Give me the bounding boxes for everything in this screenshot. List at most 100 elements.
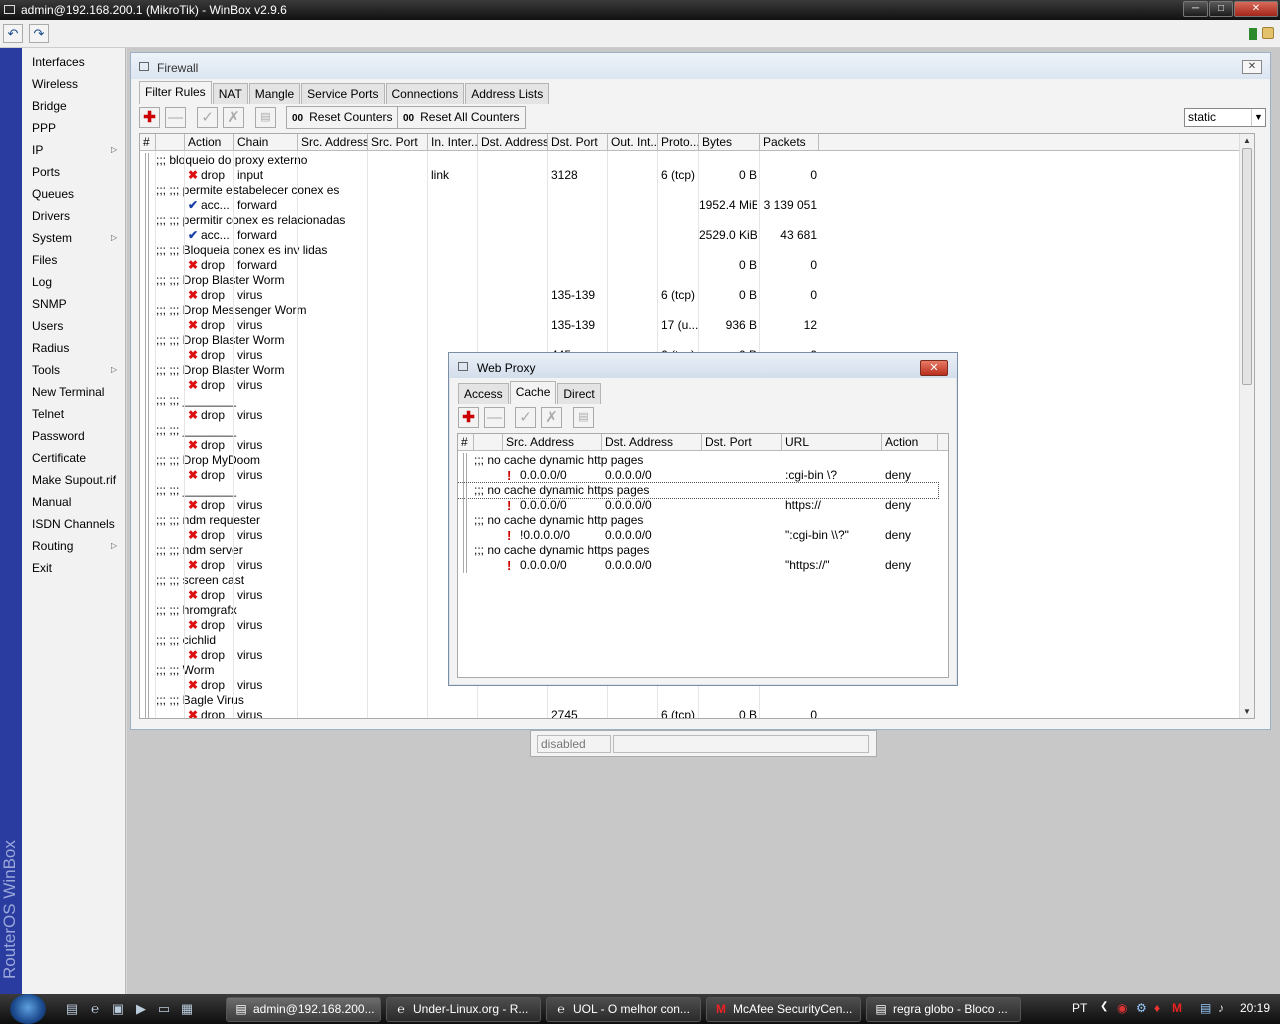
ie-icon[interactable]: ℮ — [87, 1001, 103, 1017]
comment-icon[interactable]: ▤ — [573, 407, 594, 428]
remove-icon[interactable]: — — [165, 107, 186, 128]
column-header-index[interactable]: # — [458, 434, 474, 451]
taskbar-button-4[interactable]: M McAfee SecurityCen... — [706, 997, 861, 1022]
column-header-action[interactable]: Action — [185, 134, 234, 151]
sidebar-item-ports[interactable]: Ports — [32, 165, 60, 179]
tab-address-lists[interactable]: Address Lists — [465, 83, 550, 104]
comment-row[interactable]: ;;; ;;; permite estabelecer conex es — [140, 183, 1240, 198]
column-header-url[interactable]: URL — [782, 434, 882, 451]
window-switch-icon[interactable]: ▭ — [156, 1001, 172, 1017]
sidebar-item-routing[interactable]: Routing — [32, 539, 73, 553]
sidebar-item-telnet[interactable]: Telnet — [32, 407, 64, 421]
comment-row[interactable]: ;;; ;;; Bloqueia conex es inv lidas — [140, 243, 1240, 258]
taskbar-button-5[interactable]: ▤ regra globo - Bloco ... — [866, 997, 1021, 1022]
sidebar-item-files[interactable]: Files — [32, 253, 57, 267]
sidebar-item-tools[interactable]: Tools — [32, 363, 60, 377]
add-icon[interactable]: ✚ — [139, 107, 160, 128]
web-proxy-close-button[interactable]: ✕ — [920, 360, 948, 376]
table-row[interactable]: ! 0.0.0.0/0 0.0.0.0/0 https:// deny — [458, 498, 938, 513]
network-tray-icon[interactable]: ⚙ — [1136, 1001, 1147, 1015]
redo-icon[interactable]: ↷ — [29, 24, 49, 43]
column-header-action[interactable]: Action — [882, 434, 938, 451]
tab-filter-rules[interactable]: Filter Rules — [139, 81, 212, 104]
table-row[interactable]: ✔ acc... forward 2529.0 KiB 43 681 — [140, 228, 1240, 243]
comment-row[interactable]: ;;; ;;; Bagle Virus — [140, 693, 1240, 708]
sidebar-item-certificate[interactable]: Certificate — [32, 451, 86, 465]
tab-nat[interactable]: NAT — [212, 83, 248, 104]
close-button[interactable]: ✕ — [1234, 1, 1278, 17]
table-row[interactable]: ! !0.0.0.0/0 0.0.0.0/0 ":cgi-bin \\?" deny — [458, 528, 938, 543]
tab-direct[interactable]: Direct — [557, 383, 601, 404]
column-header-dst-address[interactable]: Dst. Address — [478, 134, 548, 151]
column-header-src-address[interactable]: Src. Address — [503, 434, 602, 451]
undo-icon[interactable]: ↶ — [3, 24, 23, 43]
firewall-close-button[interactable]: ✕ — [1242, 60, 1262, 74]
scroll-thumb[interactable] — [1242, 148, 1252, 385]
column-header-in-inter[interactable]: In. Inter... — [428, 134, 478, 151]
tab-cache[interactable]: Cache — [509, 381, 557, 404]
taskbar-button-3[interactable]: ℮ UOL - O melhor con... — [546, 997, 701, 1022]
comment-row[interactable]: ;;; no cache dynamic https pages — [458, 543, 938, 558]
comment-row[interactable]: ;;; no cache dynamic http pages — [458, 453, 938, 468]
show-desktop-icon[interactable]: ▤ — [64, 1001, 80, 1017]
sidebar-item-log[interactable]: Log — [32, 275, 52, 289]
comment-row[interactable]: ;;; ;;; permitir conex es relacionadas — [140, 213, 1240, 228]
sidebar-item-users[interactable]: Users — [32, 319, 63, 333]
taskbar-button-1[interactable]: ▤ admin@192.168.200... — [226, 997, 381, 1022]
sidebar-item-password[interactable]: Password — [32, 429, 85, 443]
remove-icon[interactable]: — — [484, 407, 505, 428]
minimize-button[interactable]: ─ — [1183, 1, 1208, 17]
column-header-src-port[interactable]: Src. Port — [368, 134, 428, 151]
mcafee-icon[interactable]: M — [1172, 1001, 1182, 1015]
tab-connections[interactable]: Connections — [385, 83, 465, 104]
sidebar-item-new-terminal[interactable]: New Terminal — [32, 385, 104, 399]
app-icon[interactable]: ▦ — [179, 1001, 195, 1017]
sidebar-item-interfaces[interactable]: Interfaces — [32, 55, 85, 69]
add-icon[interactable]: ✚ — [458, 407, 479, 428]
sidebar-item-exit[interactable]: Exit — [32, 561, 52, 575]
table-row[interactable]: ! 0.0.0.0/0 0.0.0.0/0 "https://" deny — [458, 558, 938, 573]
column-header-src-address[interactable]: Src. Address — [298, 134, 368, 151]
sidebar-item-drivers[interactable]: Drivers — [32, 209, 70, 223]
vertical-scrollbar[interactable]: ▲ ▼ — [1239, 134, 1254, 718]
volume-icon[interactable]: ♪ — [1218, 1001, 1224, 1015]
comment-row[interactable]: ;;; ;;; Drop Blaster Worm — [140, 333, 1240, 348]
table-row[interactable]: ✖ drop input link 3128 6 (tcp) 0 B 0 — [140, 168, 1240, 183]
disable-icon[interactable]: ✗ — [541, 407, 562, 428]
sidebar-item-snmp[interactable]: SNMP — [32, 297, 67, 311]
clock[interactable]: 20:19 — [1240, 1001, 1270, 1015]
tab-access[interactable]: Access — [458, 383, 509, 404]
mcafee-tray-icon[interactable]: ◉ — [1117, 1001, 1127, 1015]
column-header-flags[interactable] — [156, 134, 185, 151]
disable-icon[interactable]: ✗ — [223, 107, 244, 128]
sidebar-item-system[interactable]: System — [32, 231, 72, 245]
sidebar-item-queues[interactable]: Queues — [32, 187, 74, 201]
comment-row[interactable]: ;;; bloqueio do proxy externo — [140, 153, 1240, 168]
maximize-button[interactable]: □ — [1209, 1, 1233, 17]
shield-icon[interactable]: ♦ — [1154, 1001, 1160, 1015]
taskbar-button-2[interactable]: ℮ Under-Linux.org - R... — [386, 997, 541, 1022]
column-header-dst-port[interactable]: Dst. Port — [702, 434, 782, 451]
column-header-packets[interactable]: Packets — [760, 134, 819, 151]
scroll-up-icon[interactable]: ▲ — [1243, 136, 1251, 145]
comment-row[interactable]: ;;; ;;; Drop Messenger Worm — [140, 303, 1240, 318]
connection-tray-icon[interactable]: ▤ — [1200, 1001, 1211, 1015]
comment-row[interactable]: ;;; no cache dynamic http pages — [458, 513, 938, 528]
enable-icon[interactable]: ✓ — [515, 407, 536, 428]
sidebar-item-radius[interactable]: Radius — [32, 341, 69, 355]
player-icon[interactable]: ▶ — [133, 1001, 149, 1017]
column-header-index[interactable]: # — [140, 134, 156, 151]
column-header-dst-port[interactable]: Dst. Port — [548, 134, 608, 151]
media-icon[interactable]: ▣ — [110, 1001, 126, 1017]
tab-service-ports[interactable]: Service Ports — [301, 83, 385, 104]
table-row[interactable]: ✔ acc... forward 1952.4 MiB 3 139 051 — [140, 198, 1240, 213]
sidebar-item-wireless[interactable]: Wireless — [32, 77, 78, 91]
tab-mangle[interactable]: Mangle — [248, 83, 301, 104]
table-row[interactable]: ✖ drop virus 2745 6 (tcp) 0 B 0 — [140, 708, 1240, 718]
sidebar-item-bridge[interactable]: Bridge — [32, 99, 67, 113]
comment-row[interactable]: ;;; no cache dynamic https pages — [458, 482, 939, 499]
sidebar-item-isdn-channels[interactable]: ISDN Channels — [32, 517, 115, 531]
sidebar-item-manual[interactable]: Manual — [32, 495, 71, 509]
sidebar-item-make-supout-rif[interactable]: Make Supout.rif — [32, 473, 116, 487]
sidebar-item-ppp[interactable]: PPP — [32, 121, 56, 135]
